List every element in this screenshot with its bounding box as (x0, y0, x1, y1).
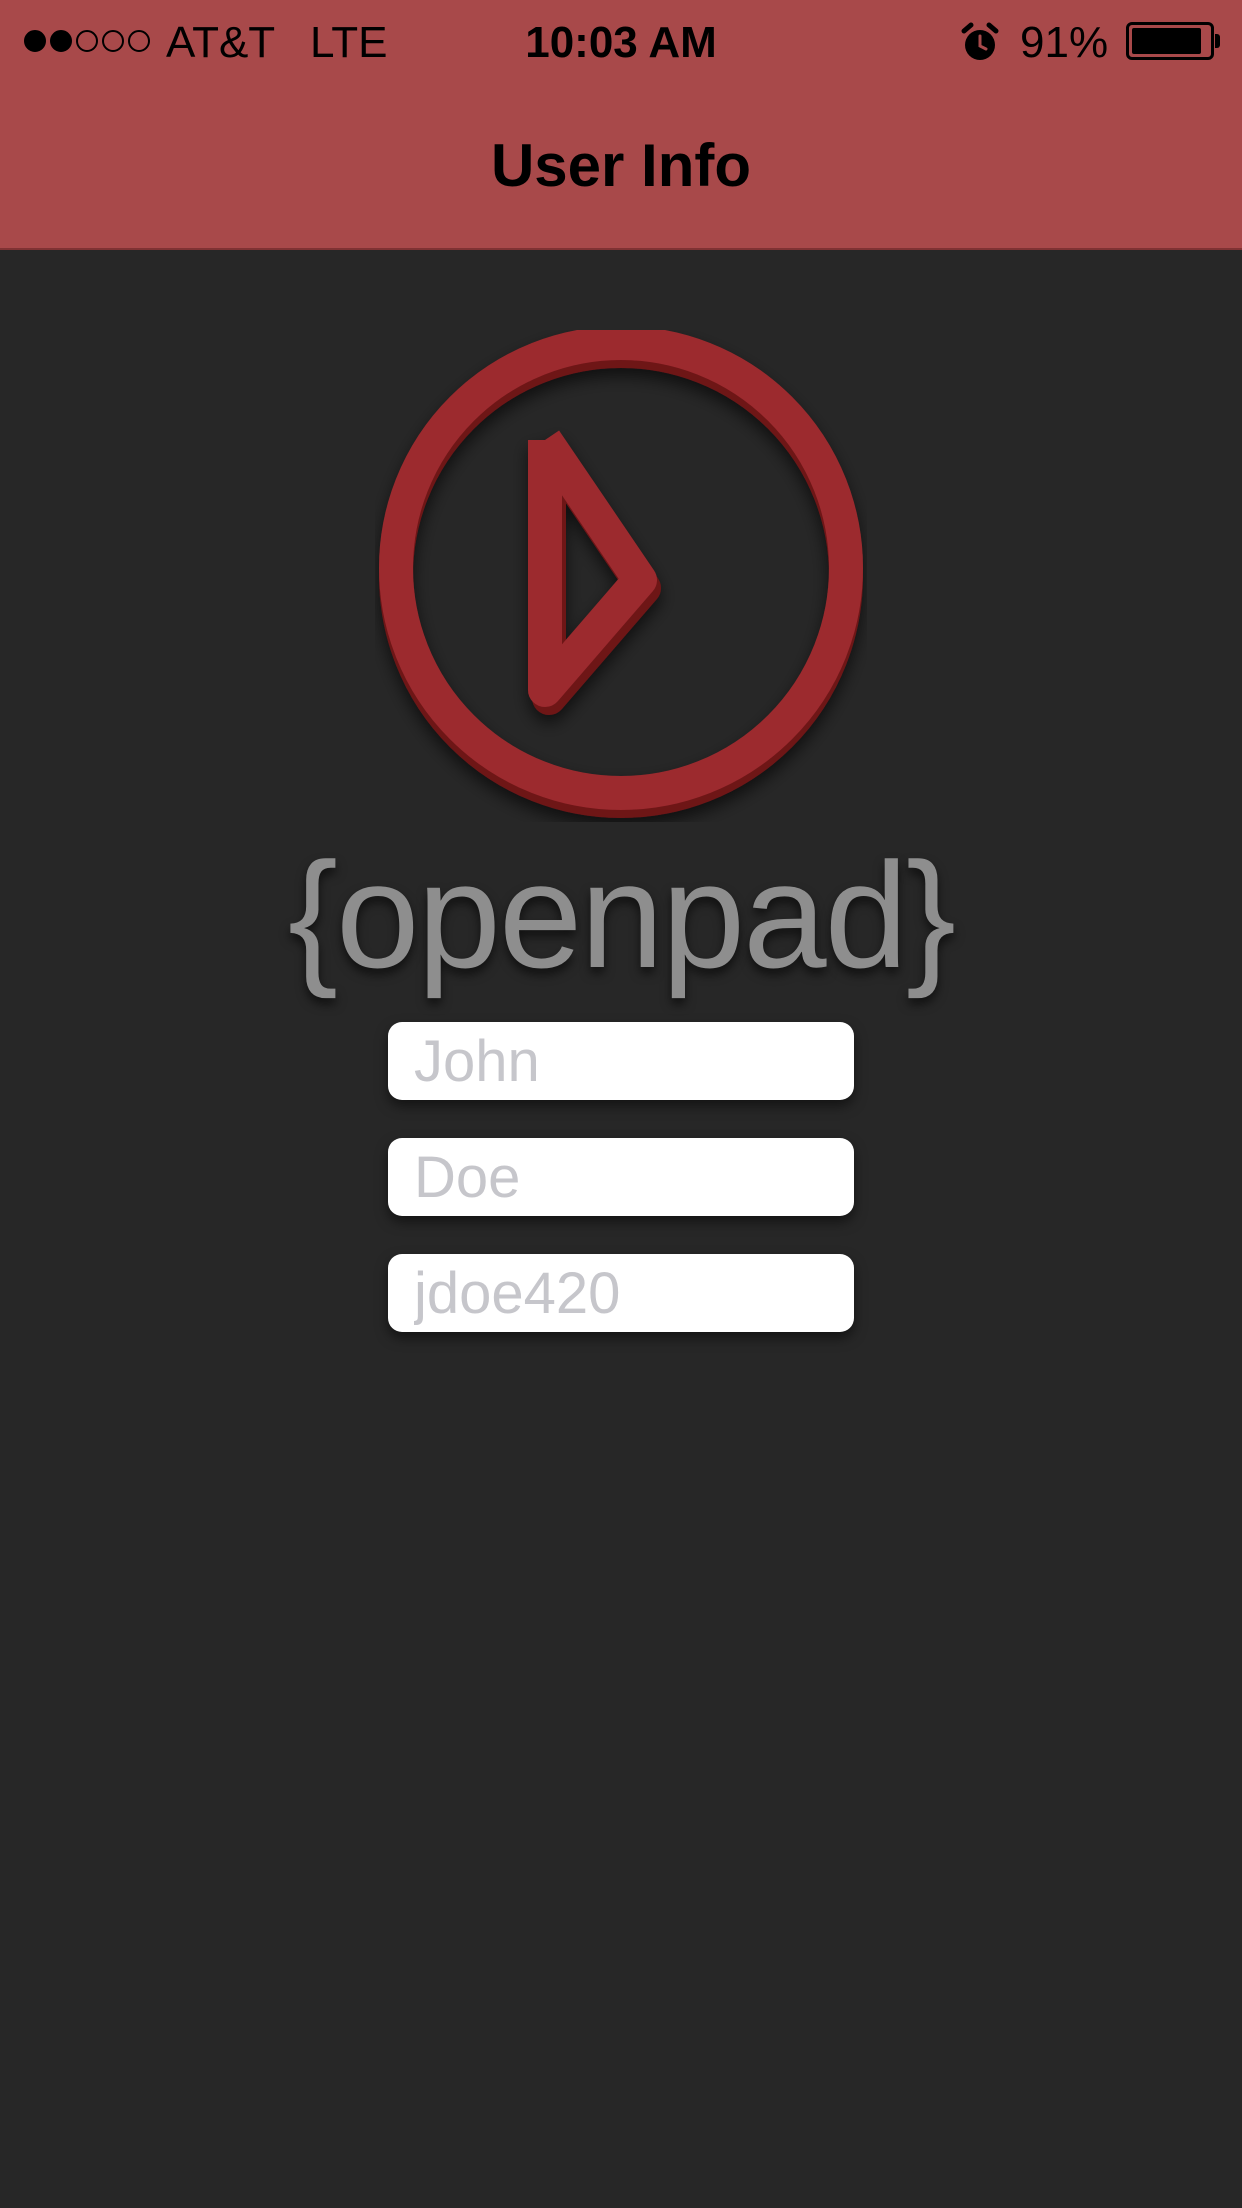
play-circle-icon (379, 330, 863, 818)
status-bar: AT&T LTE 10:03 AM 91% (0, 0, 1242, 84)
battery-level-fill (1132, 28, 1202, 54)
username-input[interactable] (388, 1254, 854, 1332)
battery-tip (1215, 34, 1220, 48)
page-title: User Info (490, 132, 752, 199)
last-name-input[interactable] (388, 1138, 854, 1216)
user-info-screen: AT&T LTE 10:03 AM 91% User Info {openpad… (0, 0, 1242, 2208)
openpad-wordmark: {openpad} (287, 831, 956, 999)
first-name-input[interactable] (388, 1022, 854, 1100)
navigation-header: AT&T LTE 10:03 AM 91% User Info (0, 0, 1242, 250)
battery-icon (1126, 22, 1214, 60)
battery-percentage: 91% (1020, 18, 1109, 67)
alarm-clock-icon (961, 22, 999, 60)
